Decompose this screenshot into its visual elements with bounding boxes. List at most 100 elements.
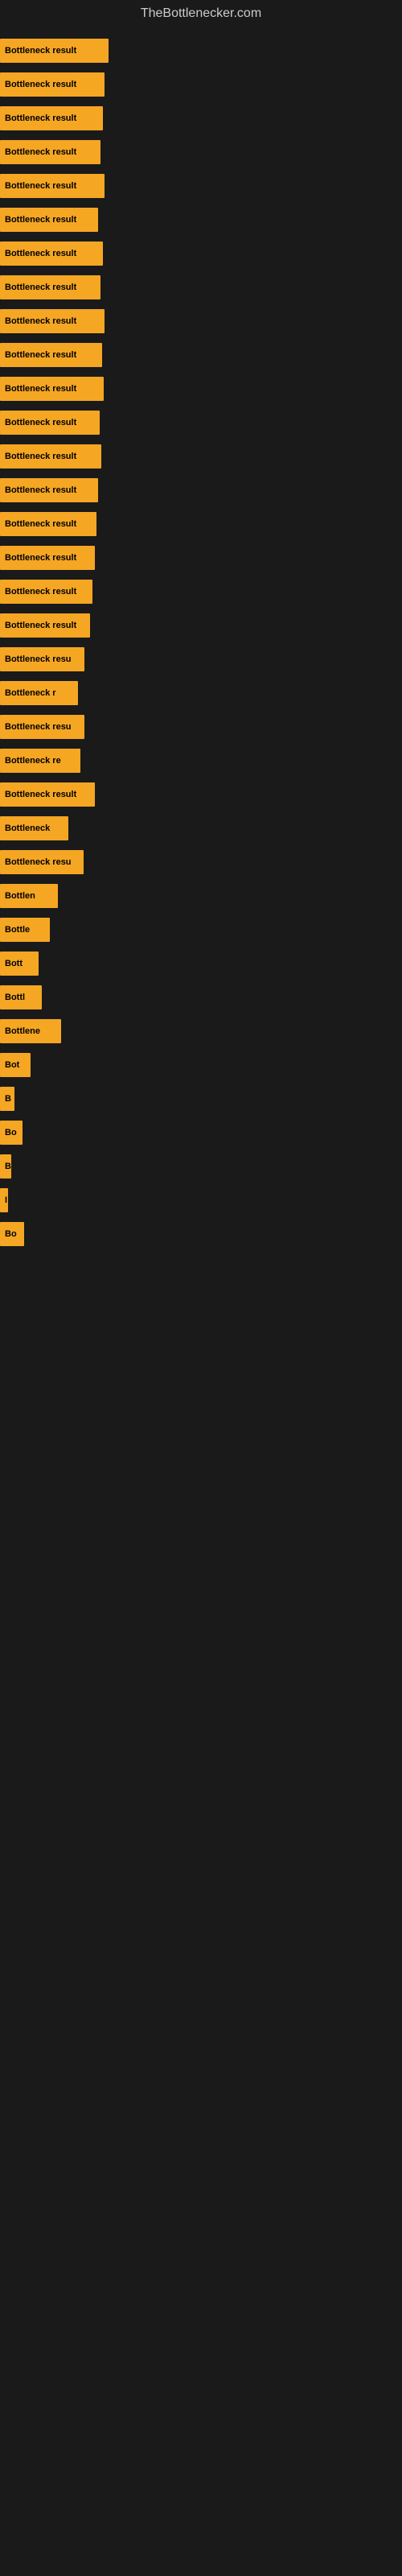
bar-label: B [5,1162,11,1171]
bar-row: Bottlen [0,881,402,911]
bar-label: Bo [5,1128,17,1137]
bar-label: Bottleneck result [5,553,76,563]
bottleneck-bar: Bottleneck result [0,39,109,63]
bar-label: Bottleneck r [5,688,56,698]
bottleneck-bar: Bottlene [0,1019,61,1043]
bottleneck-bar: Bottleneck [0,816,68,840]
bar-row: Bottleneck result [0,103,402,134]
bottleneck-bar: Bottl [0,985,42,1009]
bottleneck-bar: Bo [0,1222,24,1246]
bar-row: I [0,1185,402,1216]
bar-label: Bottleneck result [5,485,76,495]
bar-row: Bottlene [0,1016,402,1046]
bars-container: Bottleneck result Bottleneck result Bottle… [0,27,402,1261]
bar-row: Bottleneck result [0,441,402,472]
bottleneck-bar: B [0,1154,11,1179]
bar-label: Bottleneck result [5,790,76,799]
bar-label: Bottleneck result [5,350,76,360]
bottleneck-bar: Bottleneck result [0,580,92,604]
bar-label: Bottleneck result [5,249,76,258]
bar-label: Bottleneck result [5,384,76,394]
bar-row: Bottl [0,982,402,1013]
bottleneck-bar: Bott [0,952,39,976]
bar-row: Bo [0,1219,402,1249]
bottleneck-bar: Bottleneck resu [0,715,84,739]
bottleneck-bar: Bottleneck result [0,478,98,502]
bar-row: Bottleneck result [0,35,402,66]
bar-label: Bottleneck result [5,587,76,597]
bar-label: Bottleneck result [5,316,76,326]
bottleneck-bar: Bottleneck result [0,208,98,232]
bottleneck-bar: Bottleneck result [0,343,102,367]
bar-label: Bottleneck result [5,621,76,630]
bar-row: Bottleneck result [0,543,402,573]
bar-label: Bottl [5,993,25,1002]
bottleneck-bar: Bottleneck re [0,749,80,773]
bottleneck-bar: Bottleneck result [0,242,103,266]
bar-label: Bott [5,959,23,968]
bar-row: Bottleneck result [0,509,402,539]
bottleneck-bar: Bottleneck result [0,275,100,299]
bottleneck-bar: Bottleneck result [0,613,90,638]
bar-label: Bottleneck result [5,114,76,123]
bar-label: Bottleneck resu [5,722,72,732]
bar-label: Bottleneck result [5,181,76,191]
bottleneck-bar: Bottleneck result [0,377,104,401]
bar-label: Bottleneck result [5,519,76,529]
bar-row: Bottleneck result [0,610,402,641]
bottleneck-bar: Bottleneck result [0,140,100,164]
bar-label: Bottleneck result [5,80,76,89]
bar-label: Bottleneck re [5,756,61,766]
bar-row: Bottleneck result [0,171,402,201]
bottleneck-bar: Bottleneck result [0,72,105,97]
bar-row: Bottleneck result [0,204,402,235]
bar-label: Bottleneck result [5,46,76,56]
bar-row: Bottleneck re [0,745,402,776]
bottleneck-bar: Bottleneck resu [0,850,84,874]
bar-row: B [0,1151,402,1182]
bar-label: Bo [5,1229,17,1239]
bottleneck-bar: Bo [0,1121,23,1145]
bottleneck-bar: Bottleneck result [0,444,101,469]
bar-row: Bottleneck resu [0,712,402,742]
bottleneck-bar: B [0,1087,14,1111]
bottleneck-bar: I [0,1188,8,1212]
bar-label: Bottleneck resu [5,654,72,664]
bar-label: Bottlene [5,1026,40,1036]
bar-label: Bottleneck result [5,283,76,292]
bottleneck-bar: Bottleneck result [0,546,95,570]
bottleneck-bar: Bottleneck result [0,782,95,807]
bar-row: Bott [0,948,402,979]
bottleneck-bar: Bottleneck result [0,106,103,130]
bottleneck-bar: Bottle [0,918,50,942]
bar-row: Bot [0,1050,402,1080]
bar-label: Bottleneck resu [5,857,72,867]
bar-row: Bottleneck result [0,475,402,506]
bar-row: Bottleneck result [0,272,402,303]
bar-row: Bottleneck result [0,576,402,607]
bottleneck-bar: Bottleneck r [0,681,78,705]
bar-row: Bo [0,1117,402,1148]
bar-row: Bottleneck result [0,340,402,370]
bar-row: Bottleneck r [0,678,402,708]
bar-label: I [5,1195,7,1205]
bar-label: Bot [5,1060,19,1070]
bottleneck-bar: Bottleneck result [0,309,105,333]
bar-row: Bottleneck result [0,374,402,404]
bottleneck-bar: Bot [0,1053,31,1077]
bar-row: Bottleneck result [0,779,402,810]
bar-row: Bottleneck result [0,238,402,269]
bar-label: Bottle [5,925,30,935]
bar-row: Bottleneck [0,813,402,844]
bar-row: Bottleneck resu [0,644,402,675]
bar-row: Bottleneck result [0,407,402,438]
bar-row: B [0,1084,402,1114]
bar-label: Bottleneck result [5,418,76,427]
bottleneck-bar: Bottleneck result [0,174,105,198]
bar-row: Bottle [0,914,402,945]
bar-row: Bottleneck resu [0,847,402,877]
bar-row: Bottleneck result [0,137,402,167]
bottleneck-bar: Bottlen [0,884,58,908]
bar-label: Bottlen [5,891,35,901]
bottleneck-bar: Bottleneck result [0,411,100,435]
